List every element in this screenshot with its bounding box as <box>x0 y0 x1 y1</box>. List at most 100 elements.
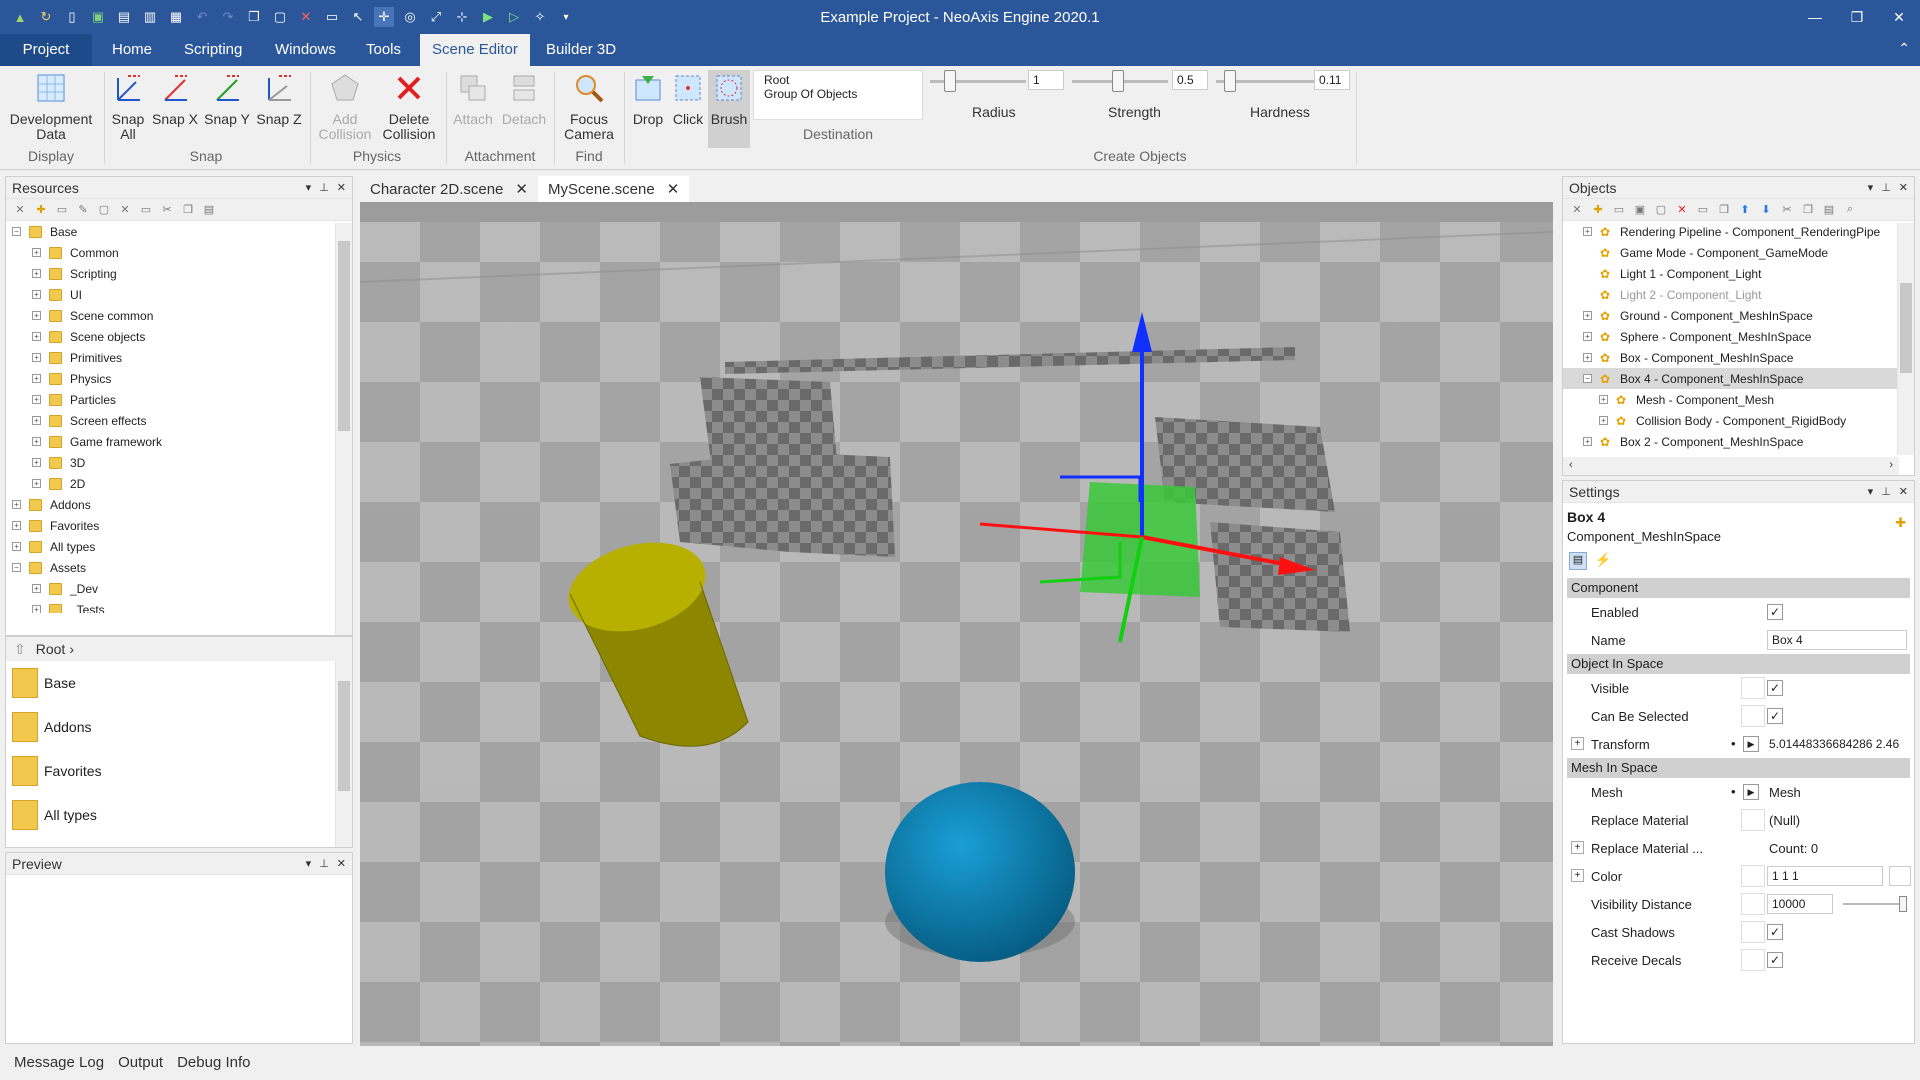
section-mesh-in-space[interactable]: Mesh In Space <box>1567 758 1910 778</box>
pin-icon[interactable]: ⊥ <box>1881 181 1891 194</box>
hardness-value[interactable]: 0.11 <box>1314 70 1350 90</box>
expand-icon[interactable]: + <box>1583 437 1592 446</box>
object-tree-item[interactable]: + ✿ Collision Body - Component_RigidBody <box>1563 410 1914 431</box>
expand-icon[interactable]: + <box>1571 737 1584 750</box>
reference-button[interactable] <box>1741 921 1765 943</box>
expand-icon[interactable] <box>1583 290 1592 299</box>
hardness-slider-thumb[interactable] <box>1224 70 1236 92</box>
list-item[interactable]: Favorites <box>6 749 352 793</box>
object-tree-item[interactable]: + ✿ Rendering Pipeline - Component_Renderi… <box>1563 221 1914 242</box>
tab-tools[interactable]: Tools <box>354 34 413 66</box>
rename-icon[interactable]: ▭ <box>138 202 154 218</box>
expand-icon[interactable]: + <box>1571 869 1584 882</box>
cut-icon[interactable]: ✂ <box>1779 202 1795 218</box>
expand-icon[interactable]: + <box>32 437 41 446</box>
chevron-right-icon[interactable]: › <box>69 641 74 657</box>
destination-list[interactable]: Root Group Of Objects <box>753 70 923 120</box>
scroll-right-icon[interactable]: › <box>1889 459 1893 471</box>
snap-x-button[interactable]: Snap X <box>150 70 200 127</box>
cast-shadows-checkbox[interactable]: ✓ <box>1767 924 1783 940</box>
click-button[interactable]: Click <box>668 70 708 127</box>
tree-item[interactable]: + Favorites <box>6 515 352 536</box>
tree-item[interactable]: + Particles <box>6 389 352 410</box>
object-tree-item[interactable]: + ✿ Ground - Component_MeshInSpace <box>1563 305 1914 326</box>
object-tree-item[interactable]: + ✿ Mesh - Component_Mesh <box>1563 389 1914 410</box>
search-icon[interactable]: ⌕ <box>1842 202 1858 218</box>
name-field[interactable]: Box 4 <box>1767 630 1907 650</box>
dropdown-icon[interactable]: ▾ <box>306 857 312 870</box>
expand-icon[interactable]: + <box>1571 841 1584 854</box>
expand-icon[interactable]: + <box>12 542 21 551</box>
rename-icon[interactable]: ▭ <box>1695 202 1711 218</box>
close-tab-icon[interactable]: ✕ <box>515 180 528 198</box>
expand-icon[interactable]: + <box>32 353 41 362</box>
delete-icon[interactable]: ✕ <box>1674 202 1690 218</box>
collapse-ribbon-icon[interactable]: ⌃ <box>1898 40 1910 57</box>
tree-item[interactable]: + Common <box>6 242 352 263</box>
receive-decals-checkbox[interactable]: ✓ <box>1767 952 1783 968</box>
close-icon[interactable]: ✕ <box>337 181 346 194</box>
minimize-button[interactable]: — <box>1794 0 1836 34</box>
development-data-button[interactable]: Development Data <box>4 70 98 142</box>
tree-item[interactable]: + Scene objects <box>6 326 352 347</box>
visible-checkbox[interactable]: ✓ <box>1767 680 1783 696</box>
list-item[interactable]: Base <box>6 661 352 705</box>
close-icon[interactable]: ✕ <box>1899 181 1908 194</box>
reference-button[interactable] <box>1741 949 1765 971</box>
object-tree-item[interactable]: − ✿ Box 4 - Component_MeshInSpace <box>1563 368 1914 389</box>
snap-z-button[interactable]: Snap Z <box>254 70 304 127</box>
snap-all-button[interactable]: Snap All <box>108 70 148 142</box>
list-item[interactable]: Addons <box>6 705 352 749</box>
expand-icon[interactable]: + <box>32 458 41 467</box>
resources-list-scrollbar[interactable] <box>335 661 352 847</box>
strength-value[interactable]: 0.5 <box>1172 70 1208 90</box>
tree-item[interactable]: + Primitives <box>6 347 352 368</box>
expand-icon[interactable]: − <box>12 227 21 236</box>
tab-scripting[interactable]: Scripting <box>172 34 254 66</box>
delete-icon[interactable]: ✕ <box>117 202 133 218</box>
tree-item[interactable]: + _Dev <box>6 578 352 599</box>
object-tree-item[interactable]: ✿ Game Mode - Component_GameMode <box>1563 242 1914 263</box>
expand-icon[interactable]: + <box>1599 395 1608 404</box>
expand-icon[interactable]: + <box>1599 416 1608 425</box>
tree-item[interactable]: + Screen effects <box>6 410 352 431</box>
object-tree-item[interactable]: ✿ Light 2 - Component_Light <box>1563 284 1914 305</box>
close-button[interactable]: ✕ <box>1878 0 1920 34</box>
focus-camera-button[interactable]: Focus Camera <box>558 70 620 142</box>
tree-item[interactable]: − Base <box>6 221 352 242</box>
tab-scene-editor[interactable]: Scene Editor <box>420 34 530 66</box>
add-icon[interactable]: ✚ <box>33 202 49 218</box>
replace-material-value[interactable]: (Null) <box>1769 813 1800 828</box>
destination-item[interactable]: Root <box>764 73 912 87</box>
tree-item[interactable]: +3D <box>6 452 352 473</box>
expand-icon[interactable]: + <box>32 311 41 320</box>
drop-button[interactable]: Drop <box>628 70 668 127</box>
reference-button[interactable] <box>1741 809 1765 831</box>
tree-item[interactable]: + Scripting <box>6 263 352 284</box>
tab-debug-info[interactable]: Debug Info <box>177 1054 250 1074</box>
close-icon[interactable]: ✕ <box>1899 485 1908 498</box>
tab-output[interactable]: Output <box>118 1054 163 1074</box>
radius-slider-thumb[interactable] <box>944 70 956 92</box>
object-tree-item[interactable]: + ✿ Sphere - Component_MeshInSpace <box>1563 326 1914 347</box>
pin-icon[interactable]: ⊥ <box>319 857 329 870</box>
expand-icon[interactable]: + <box>32 395 41 404</box>
edit-icon[interactable]: ✎ <box>75 202 91 218</box>
dropdown-icon[interactable]: ▾ <box>1868 485 1874 498</box>
tree-item[interactable]: + Scene common <box>6 305 352 326</box>
expand-icon[interactable]: + <box>32 332 41 341</box>
strength-slider-thumb[interactable] <box>1112 70 1124 92</box>
tree-item[interactable]: + Game framework <box>6 431 352 452</box>
settings-icon[interactable]: ✕ <box>12 202 28 218</box>
events-icon[interactable]: ⚡ <box>1595 552 1611 570</box>
reference-button[interactable] <box>1741 705 1765 727</box>
tree-item[interactable]: +2D <box>6 473 352 494</box>
attach-button[interactable]: Attach <box>450 70 496 127</box>
new-icon[interactable]: ▢ <box>96 202 112 218</box>
open-icon[interactable]: ▭ <box>54 202 70 218</box>
expand-icon[interactable] <box>1583 248 1592 257</box>
delete-collision-button[interactable]: Delete Collision <box>378 70 440 142</box>
section-object-in-space[interactable]: Object In Space <box>1567 654 1910 674</box>
expand-icon[interactable]: + <box>32 479 41 488</box>
expand-icon[interactable]: − <box>1583 374 1592 383</box>
